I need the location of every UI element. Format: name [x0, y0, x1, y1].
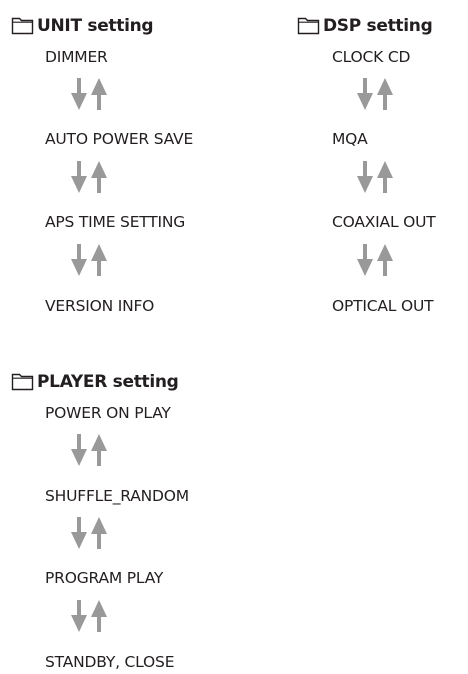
- menu-item-coaxial-out: COAXIAL OUT: [332, 213, 436, 231]
- menu-tree-page: { "colors": { "text": "#231f20", "arrow"…: [0, 0, 468, 674]
- down-up-arrows-icon: [71, 599, 111, 633]
- down-up-arrows-icon: [71, 516, 111, 550]
- menu-item-aps-time-setting: APS TIME SETTING: [45, 213, 186, 231]
- menu-item-optical-out: OPTICAL OUT: [332, 297, 434, 315]
- dsp-setting-heading: DSP setting: [297, 13, 433, 39]
- player-setting-title: PLAYER setting: [37, 372, 179, 392]
- menu-item-dimmer: DIMMER: [45, 48, 108, 66]
- unit-setting-heading: UNIT setting: [11, 13, 154, 39]
- menu-item-version-info: VERSION INFO: [45, 297, 155, 315]
- down-up-arrows-icon: [357, 243, 397, 277]
- folder-icon: [297, 17, 320, 35]
- menu-item-clock-cd: CLOCK CD: [332, 48, 411, 66]
- unit-setting-title: UNIT setting: [37, 16, 154, 36]
- menu-item-program-play: PROGRAM PLAY: [45, 569, 164, 587]
- down-up-arrows-icon: [71, 77, 111, 111]
- folder-icon: [11, 373, 34, 391]
- dsp-setting-title: DSP setting: [323, 16, 433, 36]
- down-up-arrows-icon: [71, 433, 111, 467]
- down-up-arrows-icon: [71, 243, 111, 277]
- down-up-arrows-icon: [71, 160, 111, 194]
- player-setting-heading: PLAYER setting: [11, 369, 179, 395]
- down-up-arrows-icon: [357, 77, 397, 111]
- menu-item-shuffle-random: SHUFFLE_RANDOM: [45, 487, 189, 505]
- folder-icon: [11, 17, 34, 35]
- menu-item-auto-power-save: AUTO POWER SAVE: [45, 130, 194, 148]
- down-up-arrows-icon: [357, 160, 397, 194]
- menu-item-power-on-play: POWER ON PLAY: [45, 404, 171, 422]
- menu-item-standby-close: STANDBY, CLOSE: [45, 653, 175, 671]
- menu-item-mqa: MQA: [332, 130, 368, 148]
